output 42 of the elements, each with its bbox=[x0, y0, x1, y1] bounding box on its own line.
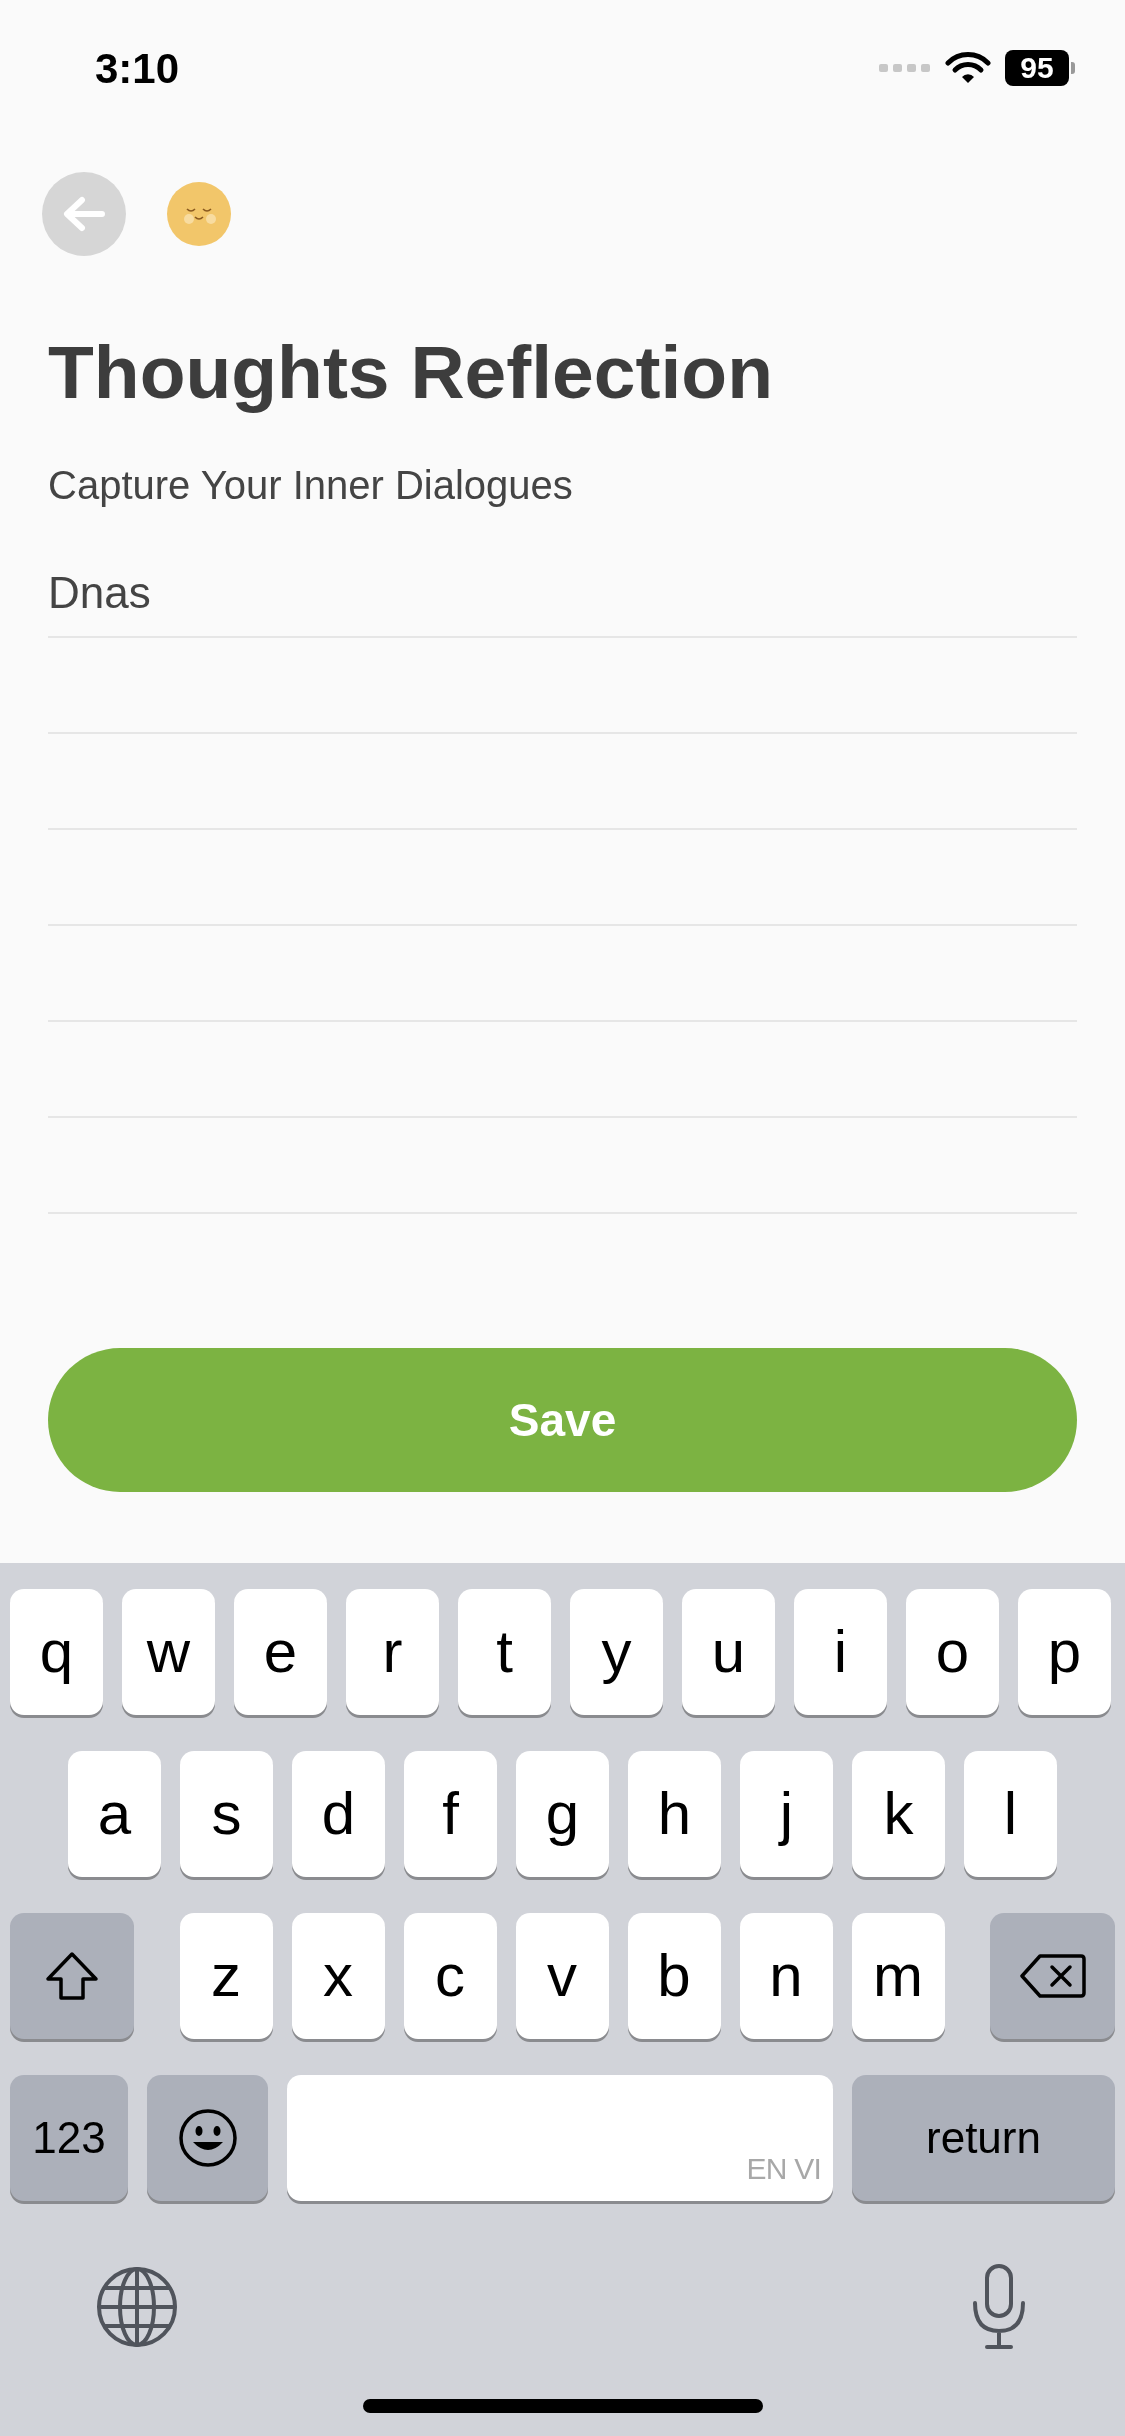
shift-arrow-icon bbox=[45, 1951, 99, 2001]
emoji-key[interactable] bbox=[147, 2075, 268, 2201]
status-time: 3:10 bbox=[95, 43, 180, 94]
key[interactable]: a bbox=[68, 1751, 161, 1877]
key[interactable]: l bbox=[964, 1751, 1057, 1877]
key[interactable]: s bbox=[180, 1751, 273, 1877]
key[interactable]: f bbox=[404, 1751, 497, 1877]
key[interactable]: b bbox=[627, 1913, 721, 2039]
signal-icon bbox=[879, 62, 931, 74]
key[interactable]: t bbox=[458, 1589, 551, 1715]
key[interactable]: z bbox=[179, 1913, 273, 2039]
key[interactable]: c bbox=[403, 1913, 497, 2039]
key[interactable]: r bbox=[346, 1589, 439, 1715]
key[interactable]: x bbox=[291, 1913, 385, 2039]
wifi-icon bbox=[945, 51, 991, 85]
key[interactable]: e bbox=[234, 1589, 327, 1715]
key[interactable]: i bbox=[794, 1589, 887, 1715]
key[interactable]: q bbox=[10, 1589, 103, 1715]
back-arrow-icon bbox=[62, 196, 106, 232]
numbers-key[interactable]: 123 bbox=[10, 2075, 128, 2201]
return-key[interactable]: return bbox=[852, 2075, 1115, 2201]
key[interactable]: m bbox=[851, 1913, 945, 2039]
key[interactable]: d bbox=[292, 1751, 385, 1877]
key[interactable]: y bbox=[570, 1589, 663, 1715]
sleepy-face-icon bbox=[166, 181, 232, 247]
delete-key[interactable] bbox=[990, 1913, 1115, 2039]
backspace-icon bbox=[1019, 1953, 1086, 1999]
key[interactable]: w bbox=[122, 1589, 215, 1715]
globe-icon[interactable] bbox=[96, 2266, 178, 2348]
key[interactable]: h bbox=[628, 1751, 721, 1877]
key[interactable]: j bbox=[740, 1751, 833, 1877]
key[interactable]: p bbox=[1018, 1589, 1111, 1715]
key[interactable]: o bbox=[906, 1589, 999, 1715]
journal-text-area[interactable]: Dnas bbox=[48, 542, 1077, 1214]
key[interactable]: k bbox=[852, 1751, 945, 1877]
smiley-icon bbox=[177, 2108, 238, 2168]
key[interactable]: g bbox=[516, 1751, 609, 1877]
page-subtitle: Capture Your Inner Dialogues bbox=[48, 462, 574, 509]
shift-key[interactable] bbox=[10, 1913, 134, 2039]
key[interactable]: v bbox=[515, 1913, 609, 2039]
key[interactable]: u bbox=[682, 1589, 775, 1715]
key[interactable]: n bbox=[739, 1913, 833, 2039]
